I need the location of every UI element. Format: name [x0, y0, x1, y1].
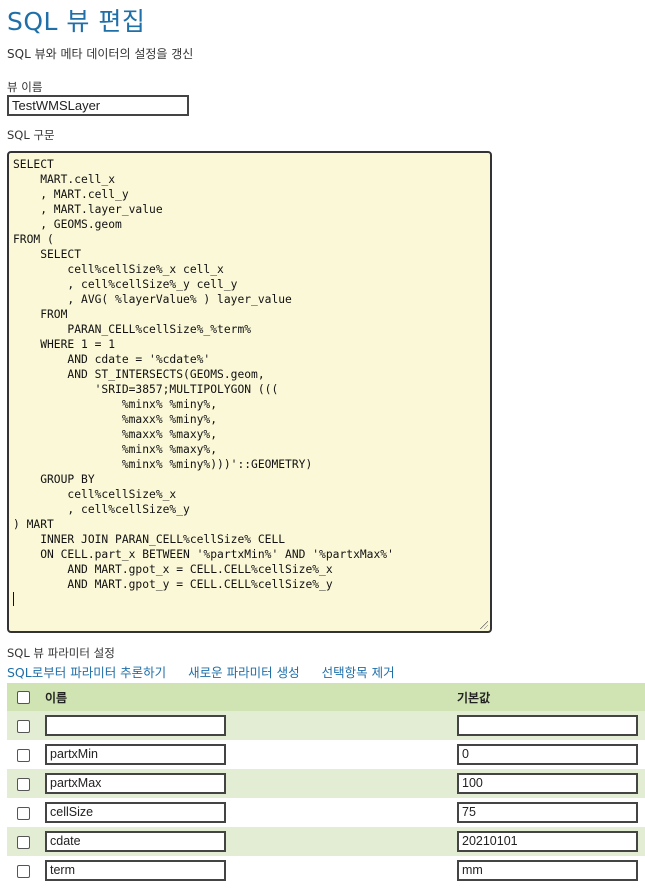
- select-all-checkbox[interactable]: [17, 691, 30, 704]
- param-default-input[interactable]: 75: [457, 802, 638, 823]
- view-name-input[interactable]: TestWMSLayer: [7, 95, 189, 116]
- param-default-input[interactable]: 100: [457, 773, 638, 794]
- table-row: [7, 711, 645, 740]
- param-name-input[interactable]: partxMax: [45, 773, 226, 794]
- param-name-input[interactable]: cdate: [45, 831, 226, 852]
- params-table: 이름 기본값 partxMin 0 partxMax 100 cellSize …: [7, 683, 645, 885]
- column-header-default: 기본값: [457, 683, 645, 711]
- param-name-input[interactable]: term: [45, 860, 226, 881]
- remove-selected-link[interactable]: 선택항목 제거: [322, 665, 395, 680]
- table-row: cellSize 75: [7, 798, 645, 827]
- sql-params-label: SQL 뷰 파라미터 설정: [7, 646, 115, 660]
- param-default-input[interactable]: 20210101: [457, 831, 638, 852]
- infer-params-link[interactable]: SQL로부터 파라미터 추론하기: [7, 665, 166, 680]
- text-caret: [13, 592, 14, 606]
- sql-text: SELECT MART.cell_x , MART.cell_y , MART.…: [13, 158, 394, 591]
- table-row: partxMin 0: [7, 740, 645, 769]
- table-row: partxMax 100: [7, 769, 645, 798]
- param-name-input[interactable]: [45, 715, 226, 736]
- page-subtitle: SQL 뷰와 메타 데이터의 설정을 갱신: [7, 47, 194, 61]
- params-actions: SQL로부터 파라미터 추론하기 새로운 파라미터 생성 선택항목 제거: [7, 662, 413, 681]
- table-row: cdate 20210101: [7, 827, 645, 856]
- param-name-input[interactable]: partxMin: [45, 744, 226, 765]
- row-checkbox[interactable]: [17, 719, 30, 733]
- param-default-input[interactable]: mm: [457, 860, 638, 881]
- column-header-name: 이름: [45, 683, 457, 711]
- param-default-input[interactable]: [457, 715, 638, 736]
- sql-textarea[interactable]: SELECT MART.cell_x , MART.cell_y , MART.…: [7, 151, 492, 633]
- resize-handle-icon[interactable]: [480, 621, 488, 629]
- row-checkbox[interactable]: [17, 748, 30, 762]
- table-row: term mm: [7, 856, 645, 885]
- param-default-input[interactable]: 0: [457, 744, 638, 765]
- row-checkbox[interactable]: [17, 835, 30, 849]
- row-checkbox[interactable]: [17, 806, 30, 820]
- view-name-label: 뷰 이름: [7, 80, 43, 94]
- page-title: SQL 뷰 편집: [7, 7, 146, 36]
- row-checkbox[interactable]: [17, 777, 30, 791]
- sql-statement-label: SQL 구문: [7, 128, 55, 142]
- create-param-link[interactable]: 새로운 파라미터 생성: [188, 665, 299, 680]
- table-header-row: 이름 기본값: [7, 683, 645, 711]
- row-checkbox[interactable]: [17, 864, 30, 878]
- param-name-input[interactable]: cellSize: [45, 802, 226, 823]
